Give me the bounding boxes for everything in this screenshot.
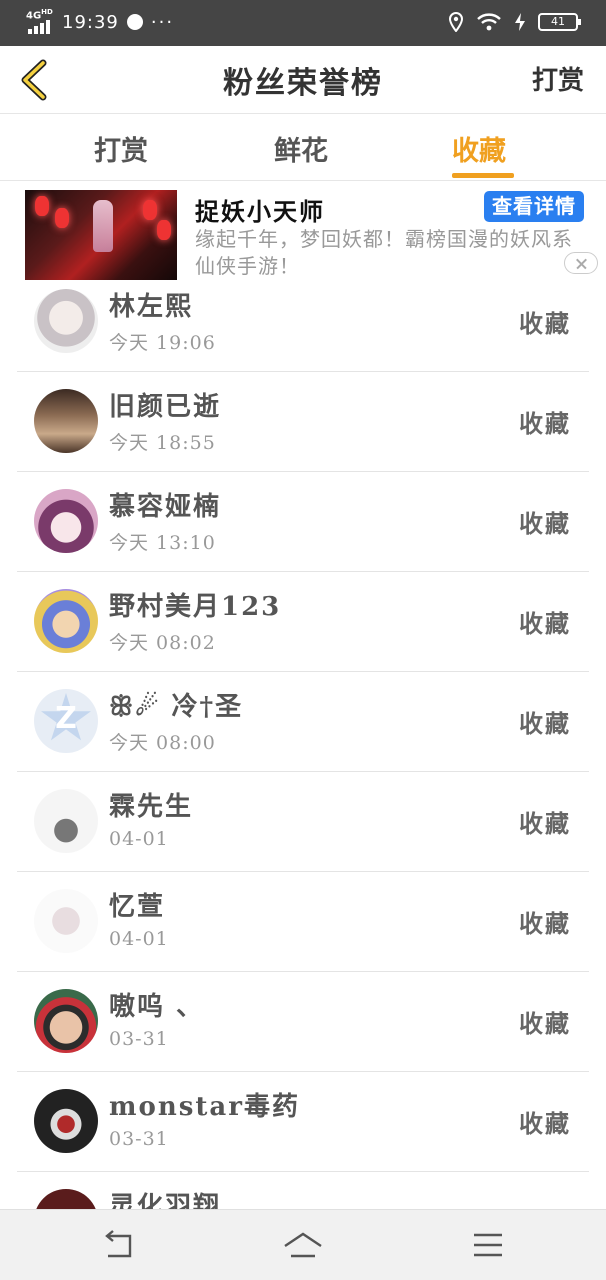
list-item[interactable]: 灵化羽翔 收藏 (17, 1172, 589, 1209)
row-action-label: 收藏 (519, 309, 571, 338)
row-action-label: 收藏 (519, 409, 571, 438)
list-item[interactable]: 嗷呜 、 03-31 收藏 (17, 972, 589, 1072)
list-item[interactable]: 霖先生 04-01 收藏 (17, 772, 589, 872)
location-icon (448, 12, 464, 32)
status-bar: 4GHD 19:39 ··· 41 (0, 0, 606, 46)
ad-title[interactable]: 捉妖小天师 (195, 192, 325, 227)
nav-bar: 粉丝荣誉榜 打赏 (0, 46, 606, 114)
avatar[interactable] (34, 789, 98, 853)
row-action-label: 收藏 (519, 1109, 571, 1138)
avatar[interactable] (34, 489, 98, 553)
avatar[interactable] (34, 389, 98, 453)
user-name: 慕容娅楠 (109, 492, 222, 522)
active-tab-indicator (452, 173, 514, 178)
battery-level: 41 (551, 15, 565, 28)
ad-details-button[interactable]: 查看详情 (484, 191, 584, 222)
page-title: 粉丝荣誉榜 (223, 66, 383, 101)
list-item[interactable]: 旧颜已逝 今天 18:55 收藏 (17, 372, 589, 472)
row-action-label: 收藏 (519, 609, 571, 638)
ad-image[interactable] (25, 190, 177, 280)
nav-menu-icon[interactable] (468, 1228, 508, 1262)
user-name: 嗷呜 、 (109, 992, 205, 1022)
system-nav-bar (0, 1209, 606, 1280)
user-time: 04-01 (109, 828, 169, 850)
user-name: ꕥ☄ 冷†圣 (109, 692, 244, 722)
user-name: 灵化羽翔 (109, 1192, 222, 1209)
tab-bar: 打赏 鲜花 收藏 (0, 115, 606, 181)
charging-icon (515, 13, 525, 31)
user-time: 04-01 (109, 928, 169, 950)
cellular-signal-icon: 4GHD (26, 8, 54, 34)
status-left: 4GHD 19:39 ··· (26, 8, 175, 34)
ad-close-icon[interactable] (564, 252, 598, 274)
user-name: 旧颜已逝 (109, 392, 222, 422)
avatar[interactable] (34, 289, 98, 353)
user-time: 03-31 (109, 1128, 169, 1150)
row-action-label: 收藏 (519, 1009, 571, 1038)
user-time: 今天 13:10 (109, 532, 216, 554)
avatar[interactable] (34, 889, 98, 953)
ad-banner[interactable]: 捉妖小天师 查看详情 缘起千年，梦回妖都！霸榜国漫的妖风系仙侠手游！ (0, 182, 606, 282)
list-item[interactable]: monstar毒药 03-31 收藏 (17, 1072, 589, 1172)
row-action-label: 收藏 (519, 509, 571, 538)
avatar[interactable] (34, 1089, 98, 1153)
user-time: 今天 18:55 (109, 432, 216, 454)
row-action-label: 收藏 (519, 909, 571, 938)
list-item[interactable]: 慕容娅楠 今天 13:10 收藏 (17, 472, 589, 572)
reward-button[interactable]: 打赏 (532, 60, 584, 97)
row-action-label: 收藏 (519, 709, 571, 738)
status-time: 19:39 (62, 11, 119, 33)
user-time: 今天 08:02 (109, 632, 216, 654)
list-item[interactable]: 野村美月123 今天 08:02 收藏 (17, 572, 589, 672)
avatar[interactable]: Z (34, 689, 98, 753)
user-name: 霖先生 (109, 792, 194, 822)
row-action-label: 收藏 (519, 809, 571, 838)
user-time: 今天 19:06 (109, 332, 216, 354)
battery-icon: 41 (538, 13, 581, 31)
wifi-icon (477, 13, 501, 31)
nav-home-icon[interactable] (283, 1228, 323, 1262)
tab-reward[interactable]: 打赏 (94, 129, 148, 168)
avatar[interactable] (34, 589, 98, 653)
nav-back-icon[interactable] (100, 1228, 140, 1262)
status-right: 41 (448, 12, 581, 32)
avatar[interactable] (34, 989, 98, 1053)
fan-list: 林左熙 今天 19:06 收藏 旧颜已逝 今天 18:55 收藏 慕容娅楠 今天… (0, 272, 606, 1209)
tab-flowers[interactable]: 鲜花 (274, 129, 328, 168)
user-time: 03-31 (109, 1028, 169, 1050)
user-name: 林左熙 (109, 292, 194, 322)
user-name: 忆萱 (109, 892, 166, 922)
app-notification-icon (126, 14, 143, 30)
list-item[interactable]: 忆萱 04-01 收藏 (17, 872, 589, 972)
list-item[interactable]: Z ꕥ☄ 冷†圣 今天 08:00 收藏 (17, 672, 589, 772)
avatar[interactable] (34, 1189, 98, 1209)
list-item[interactable]: 林左熙 今天 19:06 收藏 (17, 272, 589, 372)
more-notifications-icon: ··· (150, 11, 175, 33)
user-time: 今天 08:00 (109, 732, 216, 754)
user-name: 野村美月123 (109, 592, 282, 622)
tab-favorites[interactable]: 收藏 (452, 129, 506, 168)
user-name: monstar毒药 (109, 1092, 300, 1122)
